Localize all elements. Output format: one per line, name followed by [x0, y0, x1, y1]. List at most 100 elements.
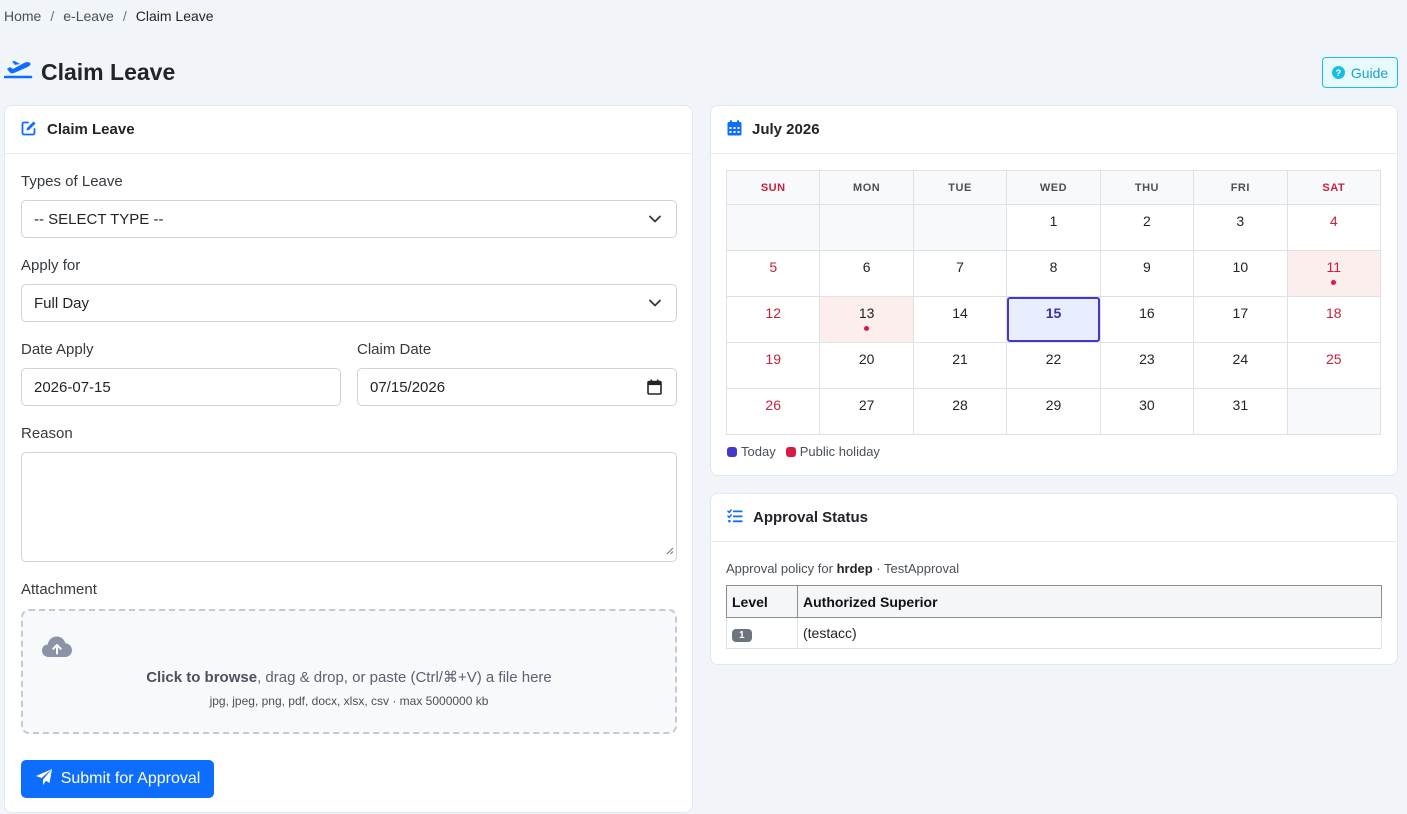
claim-date-value: 07/15/2026 [370, 378, 446, 396]
calendar-day-cell[interactable]: 18 [1286, 296, 1382, 343]
breadcrumb-eleave-link[interactable]: e-Leave [63, 8, 114, 24]
calendar-day-cell[interactable]: 24 [1193, 342, 1288, 389]
calendar-day-cell[interactable]: 27 [819, 388, 914, 435]
calendar-day-number: 17 [1232, 305, 1249, 321]
calendar-day-number: 7 [956, 259, 964, 275]
date-apply-input[interactable]: 2026-07-15 [21, 368, 341, 406]
calendar-day-cell[interactable]: 11 [1286, 250, 1382, 297]
list-check-icon [727, 508, 743, 527]
cloud-upload-icon [41, 635, 73, 663]
calendar-day-number: 6 [862, 259, 871, 275]
approval-card-header: Approval Status [711, 494, 1397, 542]
calendar-day-number: 11 [1326, 259, 1342, 275]
apply-for-select[interactable]: Full Day [21, 284, 677, 322]
legend-today-swatch [727, 446, 737, 457]
calendar-day-cell[interactable]: 23 [1099, 342, 1195, 389]
calendar-week-row: 26 27 28 29 30 31 [725, 388, 1382, 435]
claim-date-input[interactable]: 07/15/2026 [357, 368, 677, 406]
approval-header-level: Level [726, 585, 798, 618]
calendar-day-header: WED [1006, 170, 1101, 205]
claim-leave-card-title: Claim Leave [47, 121, 135, 138]
calendar-day-cell[interactable]: 29 [1006, 388, 1101, 435]
attachment-dropzone[interactable]: Click to browse, drag & drop, or paste (… [21, 609, 677, 734]
calendar-day-cell[interactable]: 13 [819, 296, 914, 343]
calendar-day-cell[interactable]: 9 [1099, 250, 1195, 297]
calendar-day-number: 8 [1049, 259, 1058, 275]
calendar-empty-cell [912, 204, 1008, 251]
calendar-day-cell[interactable]: 28 [912, 388, 1008, 435]
page-header: Claim Leave [3, 58, 176, 86]
calendar-day-number: 3 [1236, 213, 1245, 229]
calendar-grid: SUN MON TUE WED THU FRI SAT 1 2 3 4 5 6 7 8 9 10 11 12 13 1… [725, 170, 1382, 435]
legend-today-label: Today [741, 444, 776, 459]
calendar-day-number: 25 [1325, 351, 1342, 367]
page-title: Claim Leave [41, 58, 176, 85]
calendar-legend: Today Public holiday [727, 444, 880, 459]
guide-label: Guide [1350, 64, 1389, 81]
calendar-day-cell[interactable]: 17 [1193, 296, 1288, 343]
calendar-day-number: 19 [765, 351, 781, 367]
calendar-day-header: SUN [725, 170, 821, 205]
dropzone-browse-link[interactable]: Click to browse [146, 669, 257, 686]
approval-policy-suffix: · TestApproval [872, 561, 960, 576]
calendar-day-cell[interactable]: 14 [912, 296, 1008, 343]
guide-button[interactable]: ? Guide [1322, 57, 1398, 88]
calendar-day-number: 18 [1325, 305, 1342, 321]
calendar-day-header: TUE [912, 170, 1008, 205]
calendar-day-cell[interactable]: 4 [1286, 204, 1382, 251]
legend-today: Today [727, 444, 776, 459]
calendar-day-cell[interactable]: 30 [1099, 388, 1195, 435]
submit-for-approval-button[interactable]: Submit for Approval [21, 760, 214, 798]
calendar-day-number: 15 [1045, 305, 1062, 321]
dropzone-hint: jpg, jpeg, png, pdf, docx, xlsx, csv · m… [209, 694, 489, 708]
calendar-day-number: 29 [1045, 397, 1062, 413]
calendar-day-number: 5 [769, 259, 778, 275]
calendar-day-cell[interactable]: 15 [1006, 296, 1101, 343]
calendar-day-cell[interactable]: 10 [1193, 250, 1288, 297]
calendar-day-cell[interactable]: 2 [1099, 204, 1195, 251]
calendar-empty-cell [725, 204, 821, 251]
apply-for-label: Apply for [21, 257, 81, 274]
calendar-day-number: 20 [858, 351, 875, 367]
calendar-day-cell[interactable]: 1 [1006, 204, 1101, 251]
calendar-day-cell[interactable]: 5 [725, 250, 821, 297]
calendar-day-header: SAT [1286, 170, 1382, 205]
calendar-month-title: July 2026 [752, 121, 820, 138]
calendar-day-cell[interactable]: 26 [725, 388, 821, 435]
calendar-week-row: 19 20 21 22 23 24 25 [725, 342, 1382, 389]
calendar-empty-cell [1286, 388, 1382, 435]
breadcrumb-current: Claim Leave [135, 8, 214, 24]
date-apply-label: Date Apply [21, 341, 94, 358]
calendar-day-cell[interactable]: 19 [725, 342, 821, 389]
reason-textarea[interactable] [21, 452, 677, 562]
calendar-day-cell[interactable]: 16 [1099, 296, 1195, 343]
calendar-day-cell[interactable]: 21 [912, 342, 1008, 389]
calendar-empty-cell [819, 204, 914, 251]
calendar-day-number: 24 [1232, 351, 1249, 367]
calendar-day-number: 26 [765, 397, 781, 413]
calendar-day-cell[interactable]: 20 [819, 342, 914, 389]
calendar-picker-icon[interactable] [647, 379, 662, 399]
calendar-day-cell[interactable]: 7 [912, 250, 1008, 297]
calendar-week-row: 1 2 3 4 [725, 204, 1382, 251]
breadcrumb-home-link[interactable]: Home [4, 8, 41, 24]
approval-card-title: Approval Status [753, 509, 869, 526]
dropzone-text: , drag & drop, or paste (Ctrl/⌘+V) a fil… [257, 669, 552, 686]
calendar-day-cell[interactable]: 3 [1193, 204, 1288, 251]
leave-type-select[interactable]: -- SELECT TYPE -- [21, 200, 677, 238]
chevron-down-icon [648, 296, 662, 314]
resize-grip-icon[interactable] [666, 542, 674, 559]
calendar-day-number: 21 [952, 351, 968, 367]
calendar-day-cell[interactable]: 8 [1006, 250, 1101, 297]
calendar-day-cell[interactable]: 25 [1286, 342, 1382, 389]
calendar-day-number: 10 [1232, 259, 1249, 275]
calendar-day-cell[interactable]: 31 [1193, 388, 1288, 435]
approval-header-superior: Authorized Superior [797, 585, 1382, 618]
calendar-day-cell[interactable]: 6 [819, 250, 914, 297]
calendar-day-cell[interactable]: 22 [1006, 342, 1101, 389]
calendar-day-number: 30 [1139, 397, 1155, 413]
calendar-day-cell[interactable]: 12 [725, 296, 821, 343]
leave-type-value: -- SELECT TYPE -- [34, 210, 164, 228]
calendar-day-header: MON [819, 170, 914, 205]
approval-policy-prefix: Approval policy for [726, 561, 837, 576]
